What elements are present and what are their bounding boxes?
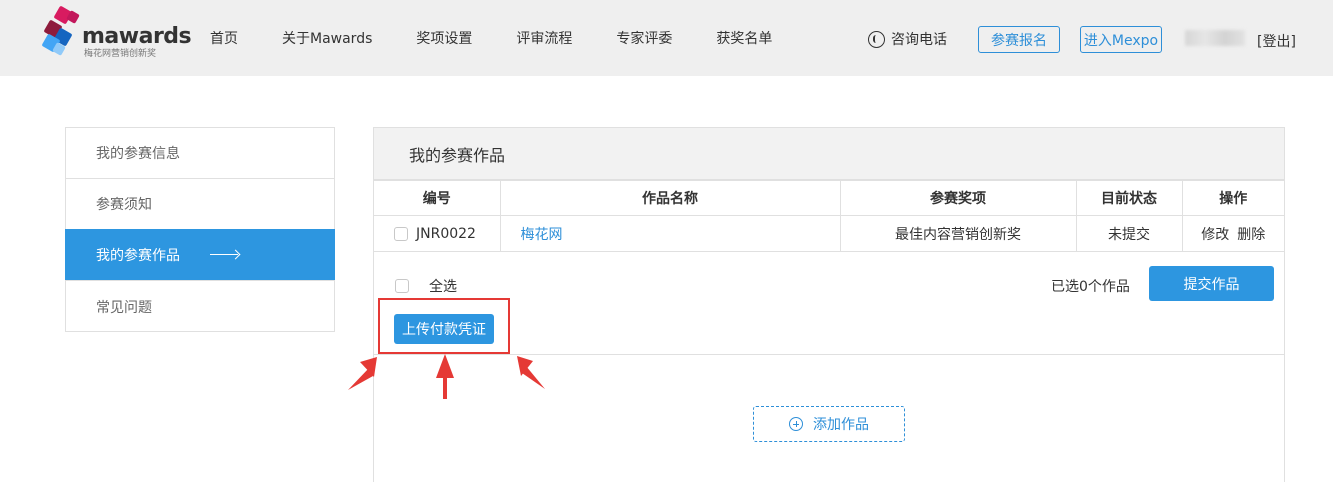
annotation-arrows [348,354,545,399]
add-work-button[interactable]: 添加作品 [753,406,905,442]
sidebar-item-faq[interactable]: 常见问题 [66,281,334,332]
sidebar-item-label: 我的参赛信息 [96,146,180,162]
mexpo-button[interactable]: 进入Mexpo [1080,26,1162,53]
table-row: JNR0022 梅花网 最佳内容营销创新奖 未提交 修改 删除 [374,215,1284,252]
select-all[interactable]: 全选 [395,276,457,296]
submit-works-button[interactable]: 提交作品 [1149,266,1274,301]
upload-payment-proof-button[interactable]: 上传付款凭证 [394,314,494,344]
mawards-logo[interactable]: mawards 梅花网营销创新奖 [41,2,192,62]
cell-name: 梅花网 [499,215,841,252]
plus-circle-icon [789,417,803,431]
nav-home[interactable]: 首页 [210,28,238,48]
work-code: JNR0022 [416,225,476,242]
nav-winners[interactable]: 获奖名单 [716,28,772,48]
selected-count: 已选0个作品 [1051,279,1130,295]
arrow-right-icon [210,250,240,260]
works-panel: 我的参赛作品 编号 作品名称 参赛奖项 目前状态 操作 JNR0022 梅花网 … [373,127,1285,482]
sidebar-item-my-info[interactable]: 我的参赛信息 [66,128,334,179]
select-all-checkbox[interactable] [395,279,409,293]
column-header-status: 目前状态 [1075,180,1183,216]
work-name-link[interactable]: 梅花网 [521,227,563,243]
register-button[interactable]: 参赛报名 [978,26,1060,53]
phone-icon [868,30,885,48]
annotation-arrow-left-icon [348,357,377,390]
hotline-label: 咨询电话 [891,32,947,48]
works-table: 编号 作品名称 参赛奖项 目前状态 操作 JNR0022 梅花网 最佳内容营销创… [374,180,1284,252]
column-header-code: 编号 [374,180,501,216]
main-nav: 首页 关于Mawards 奖项设置 评审流程 专家评委 获奖名单 [210,0,816,76]
top-header: mawards 梅花网营销创新奖 首页 关于Mawards 奖项设置 评审流程 … [0,0,1333,76]
sidebar-item-notice[interactable]: 参赛须知 [66,179,334,230]
panel-title: 我的参赛作品 [374,128,1284,180]
annotation-arrow-right-icon [517,356,545,389]
cell-actions: 修改 删除 [1181,215,1284,252]
sidebar-item-label: 常见问题 [96,299,152,316]
column-header-name: 作品名称 [499,180,841,216]
logo-subtitle: 梅花网营销创新奖 [84,49,157,59]
row-checkbox[interactable] [394,226,408,241]
nav-judges[interactable]: 专家评委 [616,28,672,48]
logout-link[interactable]: [登出] [1257,31,1296,51]
annotation-arrow-up-icon [436,354,454,399]
nav-judging-process[interactable]: 评审流程 [516,28,572,48]
sidebar-item-label: 我的参赛作品 [96,247,180,264]
cell-status: 未提交 [1075,215,1183,252]
column-header-award: 参赛奖项 [839,180,1077,216]
username-blurred [1185,30,1245,46]
sidebar-item-my-works[interactable]: 我的参赛作品 [65,229,335,281]
hotline[interactable]: 咨询电话 [868,29,947,49]
nav-awards[interactable]: 奖项设置 [416,28,472,48]
column-header-actions: 操作 [1181,180,1284,216]
sidebar: 我的参赛信息 参赛须知 我的参赛作品 常见问题 [65,127,335,332]
cell-award: 最佳内容营销创新奖 [839,215,1077,252]
select-all-label: 全选 [429,279,457,295]
table-header-row: 编号 作品名称 参赛奖项 目前状态 操作 [374,180,1284,216]
delete-link[interactable]: 删除 [1237,227,1265,243]
edit-link[interactable]: 修改 [1201,227,1229,243]
sidebar-item-label: 参赛须知 [96,197,152,213]
add-work-label: 添加作品 [813,417,869,433]
nav-about[interactable]: 关于Mawards [282,28,372,48]
cell-code: JNR0022 [374,215,501,252]
